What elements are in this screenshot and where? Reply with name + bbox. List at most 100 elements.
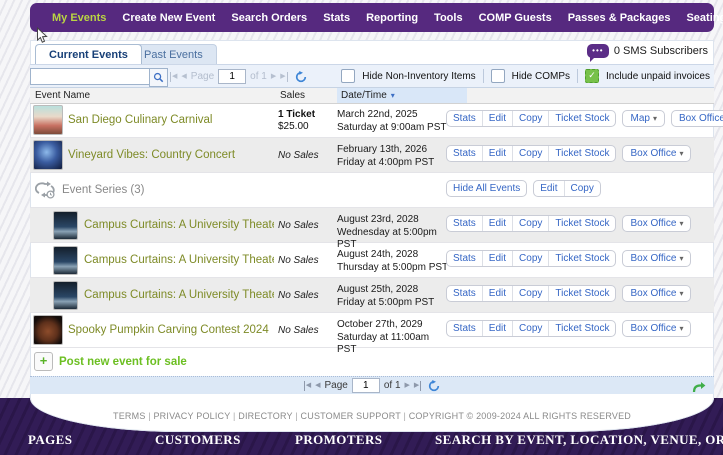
tabs-row: Current Events Past Events ••• 0 SMS Sub…	[30, 40, 714, 64]
ticket-stock-button[interactable]: Ticket Stock	[548, 146, 615, 161]
edit-button[interactable]: Edit	[482, 286, 512, 301]
copy-button[interactable]: Copy	[564, 181, 600, 196]
edit-button[interactable]: Edit	[482, 146, 512, 161]
column-header-datetime[interactable]: Date/Time▾	[337, 88, 467, 103]
footer-link-1[interactable]: PRIVACY POLICY	[146, 411, 231, 421]
event-name-link[interactable]: Campus Curtains: A University Theater Pr…	[84, 289, 274, 301]
edit-button[interactable]: Edit	[482, 111, 512, 126]
search-input[interactable]	[30, 68, 149, 85]
first-page-button[interactable]: ◀	[304, 381, 311, 391]
footer-band-customers[interactable]: CUSTOMERS	[155, 432, 241, 448]
footer-band-promoters[interactable]: PROMOTERS	[295, 432, 382, 448]
dropdown-label: Box Office	[630, 218, 676, 229]
add-event-plus-icon[interactable]: +	[34, 352, 53, 371]
checkbox-label: Include unpaid invoices	[606, 71, 710, 82]
page-number-input[interactable]	[352, 378, 380, 393]
column-header-sales[interactable]: Sales	[280, 90, 305, 101]
row-actions: StatsEditCopyTicket Stock Map▾ Box Office▾	[446, 110, 723, 127]
event-name-link[interactable]: Vineyard Vibes: Country Concert	[68, 149, 274, 161]
event-table-body: San Diego Culinary Carnival 1 Ticket$25.0…	[30, 103, 714, 348]
ticket-stock-button[interactable]: Ticket Stock	[548, 286, 615, 301]
event-row: San Diego Culinary Carnival 1 Ticket$25.0…	[30, 103, 714, 138]
refresh-icon[interactable]	[428, 380, 440, 392]
map-dropdown-button[interactable]: Map▾	[622, 110, 664, 127]
checkbox-label: Hide Non-Inventory Items	[362, 71, 475, 82]
copy-button[interactable]: Copy	[512, 216, 548, 231]
event-name-link[interactable]: Spooky Pumpkin Carving Contest 2024	[68, 324, 274, 336]
ticket-stock-button[interactable]: Ticket Stock	[548, 321, 615, 336]
first-page-button[interactable]: ◀	[170, 72, 177, 82]
box-office-dropdown-button[interactable]: Box Office▾	[622, 320, 691, 337]
sales-value: 1 Ticket$25.00	[278, 109, 332, 133]
footer-link-3[interactable]: CUSTOMER SUPPORT	[293, 411, 401, 421]
next-page-button[interactable]: ▶	[271, 72, 276, 82]
nav-item-tools[interactable]: Tools	[426, 12, 471, 24]
copy-button[interactable]: Copy	[512, 146, 548, 161]
nav-item-passes-packages[interactable]: Passes & Packages	[560, 12, 679, 24]
return-arrow-icon[interactable]	[692, 380, 706, 398]
refresh-icon[interactable]	[295, 71, 307, 83]
nav-item-create-new-event[interactable]: Create New Event	[114, 12, 223, 24]
box-office-dropdown-button[interactable]: Box Office▾	[622, 285, 691, 302]
stats-button[interactable]: Stats	[447, 146, 482, 161]
event-row: Vineyard Vibes: Country ConcertNo SalesF…	[30, 138, 714, 173]
nav-item-reporting[interactable]: Reporting	[358, 12, 426, 24]
nav-item-seating-maps[interactable]: Seating Maps	[678, 12, 723, 24]
sms-subscribers[interactable]: ••• 0 SMS Subscribers	[587, 44, 708, 58]
copy-button[interactable]: Copy	[512, 321, 548, 336]
stats-button[interactable]: Stats	[447, 216, 482, 231]
event-thumbnail	[53, 246, 78, 275]
hide-all-events-button[interactable]: Hide All Events	[447, 181, 526, 196]
copy-button[interactable]: Copy	[512, 111, 548, 126]
box-office-dropdown-button[interactable]: Box Office▾	[622, 145, 691, 162]
footer-band-pages[interactable]: PAGES	[28, 432, 72, 448]
nav-item-search-orders[interactable]: Search Orders	[223, 12, 315, 24]
tab-current-events[interactable]: Current Events	[35, 44, 142, 64]
prev-page-button[interactable]: ◀	[181, 72, 186, 82]
row-actions: Hide All Events EditCopy	[446, 180, 601, 197]
event-name-link[interactable]: San Diego Culinary Carnival	[68, 114, 274, 126]
stats-button[interactable]: Stats	[447, 321, 482, 336]
copy-button[interactable]: Copy	[512, 251, 548, 266]
checkbox-hide-non-inventory-items[interactable]	[341, 69, 355, 83]
filter-checkboxes: Hide Non-Inventory ItemsHide COMPs✓Inclu…	[341, 69, 710, 83]
box-office-dropdown-button[interactable]: Box Office▾	[622, 250, 691, 267]
nav-item-comp-guests[interactable]: COMP Guests	[471, 12, 560, 24]
box-office-dropdown-button[interactable]: Box Office▾	[671, 110, 723, 127]
edit-button[interactable]: Edit	[482, 321, 512, 336]
stats-button[interactable]: Stats	[447, 111, 482, 126]
ticket-stock-button[interactable]: Ticket Stock	[548, 111, 615, 126]
tab-past-events[interactable]: Past Events	[130, 44, 217, 64]
edit-button[interactable]: Edit	[534, 181, 563, 196]
column-header-event-name[interactable]: Event Name	[35, 90, 90, 101]
page-number-input[interactable]	[218, 69, 246, 84]
last-page-button[interactable]: ▶	[280, 72, 287, 82]
sort-desc-icon: ▾	[391, 91, 395, 100]
edit-button[interactable]: Edit	[482, 251, 512, 266]
box-office-dropdown-button[interactable]: Box Office▾	[622, 215, 691, 232]
prev-page-button[interactable]: ◀	[315, 381, 320, 391]
nav-item-my-events[interactable]: My Events	[44, 12, 114, 24]
edit-button[interactable]: Edit	[482, 216, 512, 231]
ticket-stock-button[interactable]: Ticket Stock	[548, 216, 615, 231]
post-new-event-link[interactable]: Post new event for sale	[59, 356, 187, 368]
footer-link-4: COPYRIGHT © 2009-2024 ALL RIGHTS RESERVE…	[401, 411, 631, 421]
event-day-time: Saturday at 9:00am PST	[337, 122, 449, 135]
footer-link-2[interactable]: DIRECTORY	[230, 411, 292, 421]
checkbox-hide-comps[interactable]	[491, 69, 505, 83]
last-page-button[interactable]: ▶	[414, 381, 421, 391]
footer-link-0[interactable]: TERMS	[113, 411, 146, 421]
search-icon[interactable]	[149, 68, 168, 87]
nav-item-stats[interactable]: Stats	[315, 12, 358, 24]
copy-button[interactable]: Copy	[512, 286, 548, 301]
next-page-button[interactable]: ▶	[405, 381, 410, 391]
sms-bubble-icon: •••	[587, 44, 609, 58]
footer-band-search[interactable]: SEARCH BY EVENT, LOCATION, VENUE, OR	[435, 432, 723, 448]
stats-button[interactable]: Stats	[447, 286, 482, 301]
event-name-link[interactable]: Campus Curtains: A University Theater Pr…	[84, 219, 274, 231]
page-label: Page	[191, 71, 214, 82]
event-name-link[interactable]: Campus Curtains: A University Theater Pr…	[84, 254, 274, 266]
ticket-stock-button[interactable]: Ticket Stock	[548, 251, 615, 266]
stats-button[interactable]: Stats	[447, 251, 482, 266]
checkbox-include-unpaid-invoices[interactable]: ✓	[585, 69, 599, 83]
